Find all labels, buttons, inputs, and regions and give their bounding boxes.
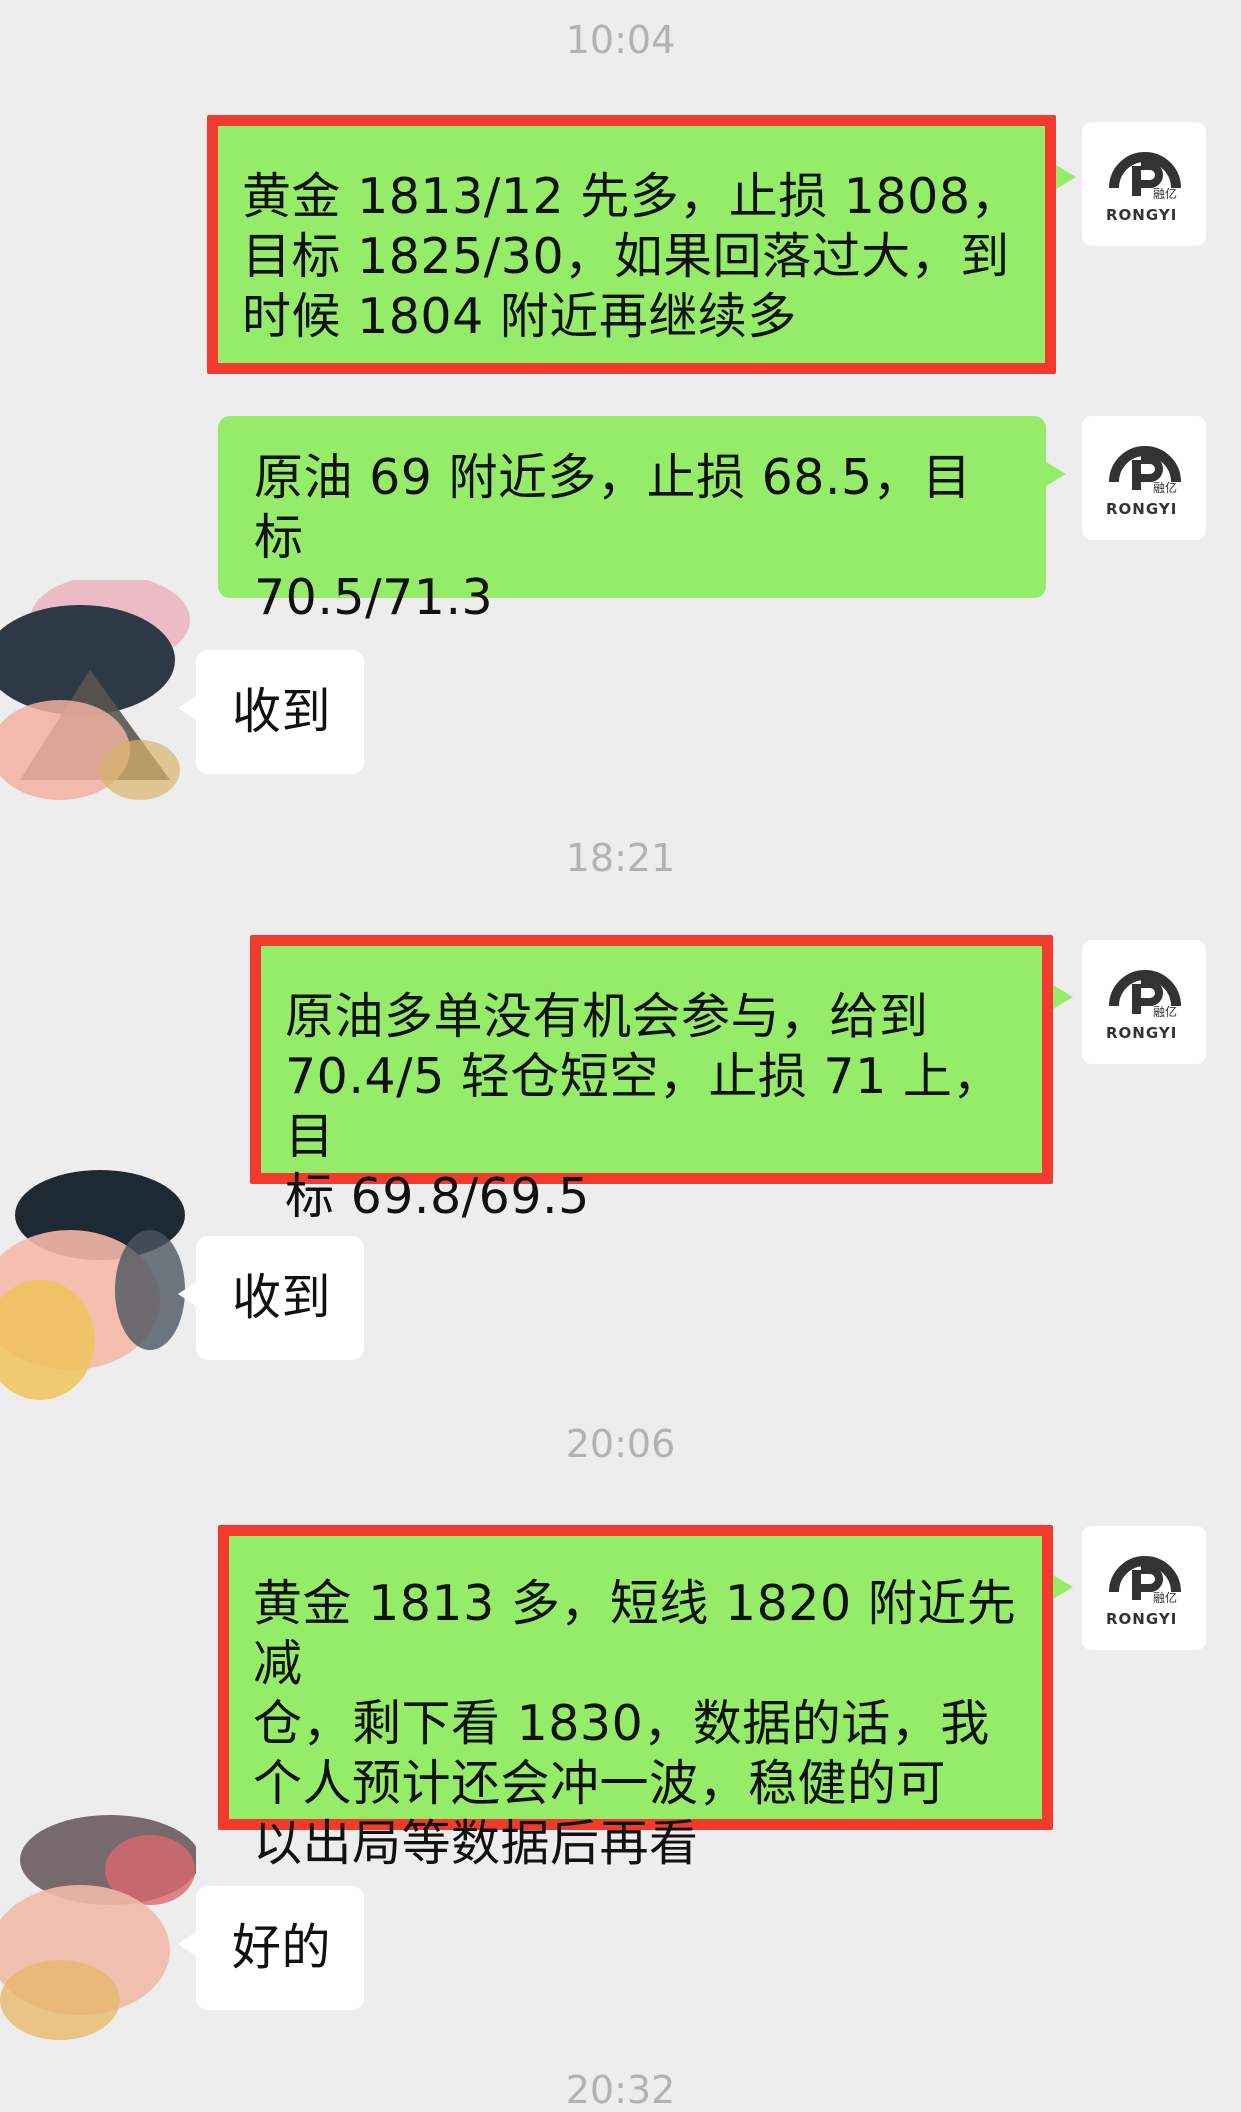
message-line: 标 69.8/69.5: [285, 1168, 590, 1225]
rongyi-logo-icon: 融亿 RONGYI: [1106, 970, 1181, 1042]
message-bubble-sent[interactable]: 原油多单没有机会参与，给到 70.4/5 轻仓短空，止损 71 上，目 标 69…: [250, 935, 1073, 1225]
message-line: 收到: [232, 1269, 332, 1326]
rongyi-logo-icon: 融亿 RONGYI: [1106, 1556, 1181, 1628]
message-line: 70.5/71.3: [254, 569, 494, 626]
rongyi-avatar[interactable]: 融亿 RONGYI: [1082, 940, 1206, 1064]
svg-text:融亿: 融亿: [1153, 1590, 1177, 1605]
message-bubble-sent[interactable]: 黄金 1813 多，短线 1820 附近先减 仓，剩下看 1830，数据的话，我…: [218, 1525, 1073, 1872]
timestamp: 20:06: [565, 1422, 676, 1466]
message-line: 目标 1825/30，如果回落过大，到: [242, 228, 1010, 285]
rongyi-avatar[interactable]: 融亿 RONGYI: [1082, 1526, 1206, 1650]
svg-text:RONGYI: RONGYI: [1106, 500, 1177, 518]
timestamp: 20:32: [565, 2068, 676, 2112]
timestamp: 10:04: [565, 18, 676, 62]
svg-text:融亿: 融亿: [1153, 1004, 1177, 1019]
message-line: 以出局等数据后再看: [253, 1815, 699, 1872]
blurred-avatar-icon: [0, 580, 196, 812]
timestamp: 18:21: [565, 836, 676, 880]
message-line: 黄金 1813/12 先多，止损 1808，: [242, 168, 1020, 225]
message-line: 仓，剩下看 1830，数据的话，我: [253, 1695, 990, 1752]
rongyi-logo-icon: 融亿 RONGYI: [1106, 152, 1181, 224]
message-line: 时候 1804 附近再继续多: [242, 288, 797, 345]
svg-text:融亿: 融亿: [1153, 480, 1177, 495]
svg-text:融亿: 融亿: [1153, 186, 1177, 201]
contact-avatar[interactable]: [0, 1170, 196, 1402]
blurred-avatar-icon: [0, 1170, 196, 1402]
message-line: 黄金 1813 多，短线 1820 附近先减: [253, 1575, 1017, 1692]
message-bubble-sent[interactable]: 原油 69 附近多，止损 68.5，目标 70.5/71.3: [218, 416, 1066, 626]
message-bubble-received[interactable]: 收到: [178, 650, 364, 774]
rongyi-avatar[interactable]: 融亿 RONGYI: [1082, 416, 1206, 540]
svg-text:RONGYI: RONGYI: [1106, 206, 1177, 224]
message-line: 个人预计还会冲一波，稳健的可: [253, 1755, 947, 1812]
blurred-avatar-icon: [0, 1810, 196, 2042]
message-line: 好的: [232, 1919, 332, 1976]
message-bubble-sent[interactable]: 黄金 1813/12 先多，止损 1808， 目标 1825/30，如果回落过大…: [207, 115, 1076, 374]
svg-text:RONGYI: RONGYI: [1106, 1024, 1177, 1042]
rongyi-logo-icon: 融亿 RONGYI: [1106, 446, 1181, 518]
svg-text:RONGYI: RONGYI: [1106, 1610, 1177, 1628]
message-bubble-received[interactable]: 好的: [178, 1886, 364, 2010]
contact-avatar[interactable]: [0, 1810, 196, 2042]
message-line: 70.4/5 轻仓短空，止损 71 上，目: [285, 1048, 1002, 1165]
message-bubble-received[interactable]: 收到: [178, 1236, 364, 1360]
rongyi-avatar[interactable]: 融亿 RONGYI: [1082, 122, 1206, 246]
message-line: 原油 69 附近多，止损 68.5，目标: [254, 449, 972, 566]
message-line: 收到: [232, 683, 332, 740]
message-line: 原油多单没有机会参与，给到: [285, 988, 929, 1045]
contact-avatar[interactable]: [0, 580, 196, 812]
